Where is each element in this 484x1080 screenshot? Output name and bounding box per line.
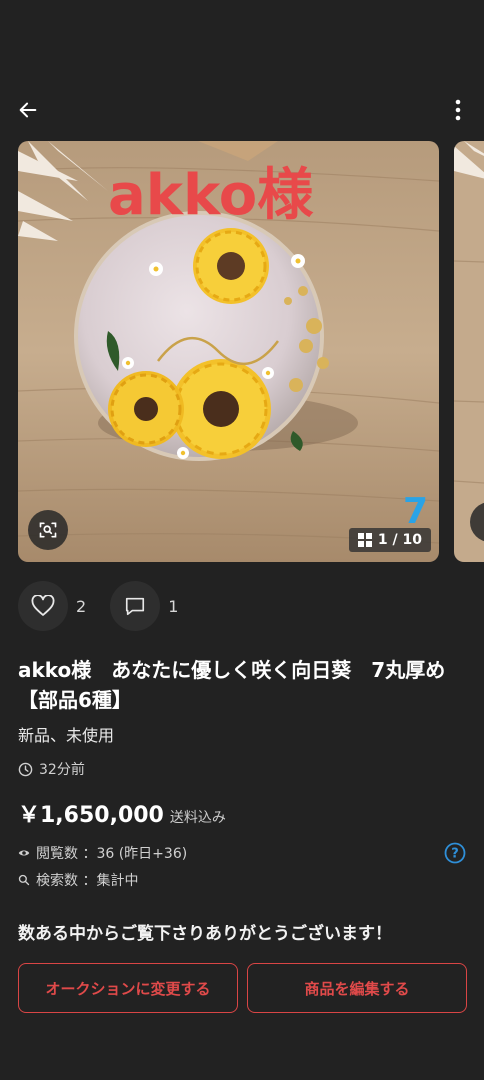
- like-count: 2: [76, 596, 87, 616]
- view-count-text: 閲覧数 ：36 (昨日+36): [36, 846, 188, 862]
- arrow-left-icon: [19, 102, 37, 118]
- change-to-auction-button[interactable]: オークションに変更する: [18, 963, 238, 1013]
- lens-search-icon: [39, 522, 57, 538]
- next-photo-preview[interactable]: [454, 141, 484, 562]
- next-photo-image: [454, 141, 484, 562]
- item-condition: 新品、未使用: [18, 726, 115, 745]
- help-button[interactable]: ?: [444, 842, 466, 864]
- svg-text:?: ?: [451, 847, 459, 862]
- view-count-row: 閲覧数 ：36 (昨日+36): [18, 843, 187, 863]
- comment-count: 1: [168, 596, 179, 616]
- photo-counter: 1 / 10: [348, 528, 431, 552]
- photo-number-mark: 7: [403, 491, 428, 532]
- posted-time: 32分前: [18, 759, 85, 779]
- photo-overlay-text: akko様: [108, 163, 314, 228]
- more-options-button[interactable]: [446, 94, 470, 126]
- seller-message: 数ある中からご覧下さりありがとうございます！: [18, 924, 392, 944]
- photo-carousel[interactable]: akko様 7 1 / 10: [18, 141, 484, 562]
- product-photo[interactable]: akko様 7 1 / 10: [18, 141, 439, 562]
- shipping-note: 送料込み: [169, 810, 226, 826]
- search-count-row: 検索数 ：集計中: [18, 870, 138, 890]
- image-search-button[interactable]: [28, 510, 68, 550]
- grid-icon: [357, 533, 372, 547]
- like-button[interactable]: [18, 581, 68, 631]
- product-photo-image: akko様 7: [18, 141, 439, 562]
- item-title: akko様 あなたに優しく咲く向日葵 7丸厚め【部品6種】: [18, 658, 446, 712]
- item-price: ￥1,650,000: [18, 803, 164, 828]
- photo-counter-text: 1 / 10: [377, 532, 422, 548]
- search-icon: [18, 874, 30, 886]
- eye-icon: [18, 850, 30, 856]
- search-count-text: 検索数 ：集計中: [36, 873, 139, 889]
- more-vertical-icon: [455, 99, 461, 121]
- back-button[interactable]: [12, 94, 44, 126]
- comment-button[interactable]: [110, 581, 161, 631]
- question-icon: ?: [444, 842, 466, 864]
- clock-icon: [18, 762, 33, 776]
- heart-icon: [31, 595, 55, 616]
- price-row: ￥1,650,000 送料込み: [18, 797, 226, 829]
- edit-item-button[interactable]: 商品を編集する: [247, 963, 467, 1013]
- posted-time-text: 32分前: [39, 762, 85, 778]
- reaction-bar: 2 1: [18, 581, 202, 631]
- top-bar: [0, 90, 484, 130]
- comment-icon: [126, 597, 145, 616]
